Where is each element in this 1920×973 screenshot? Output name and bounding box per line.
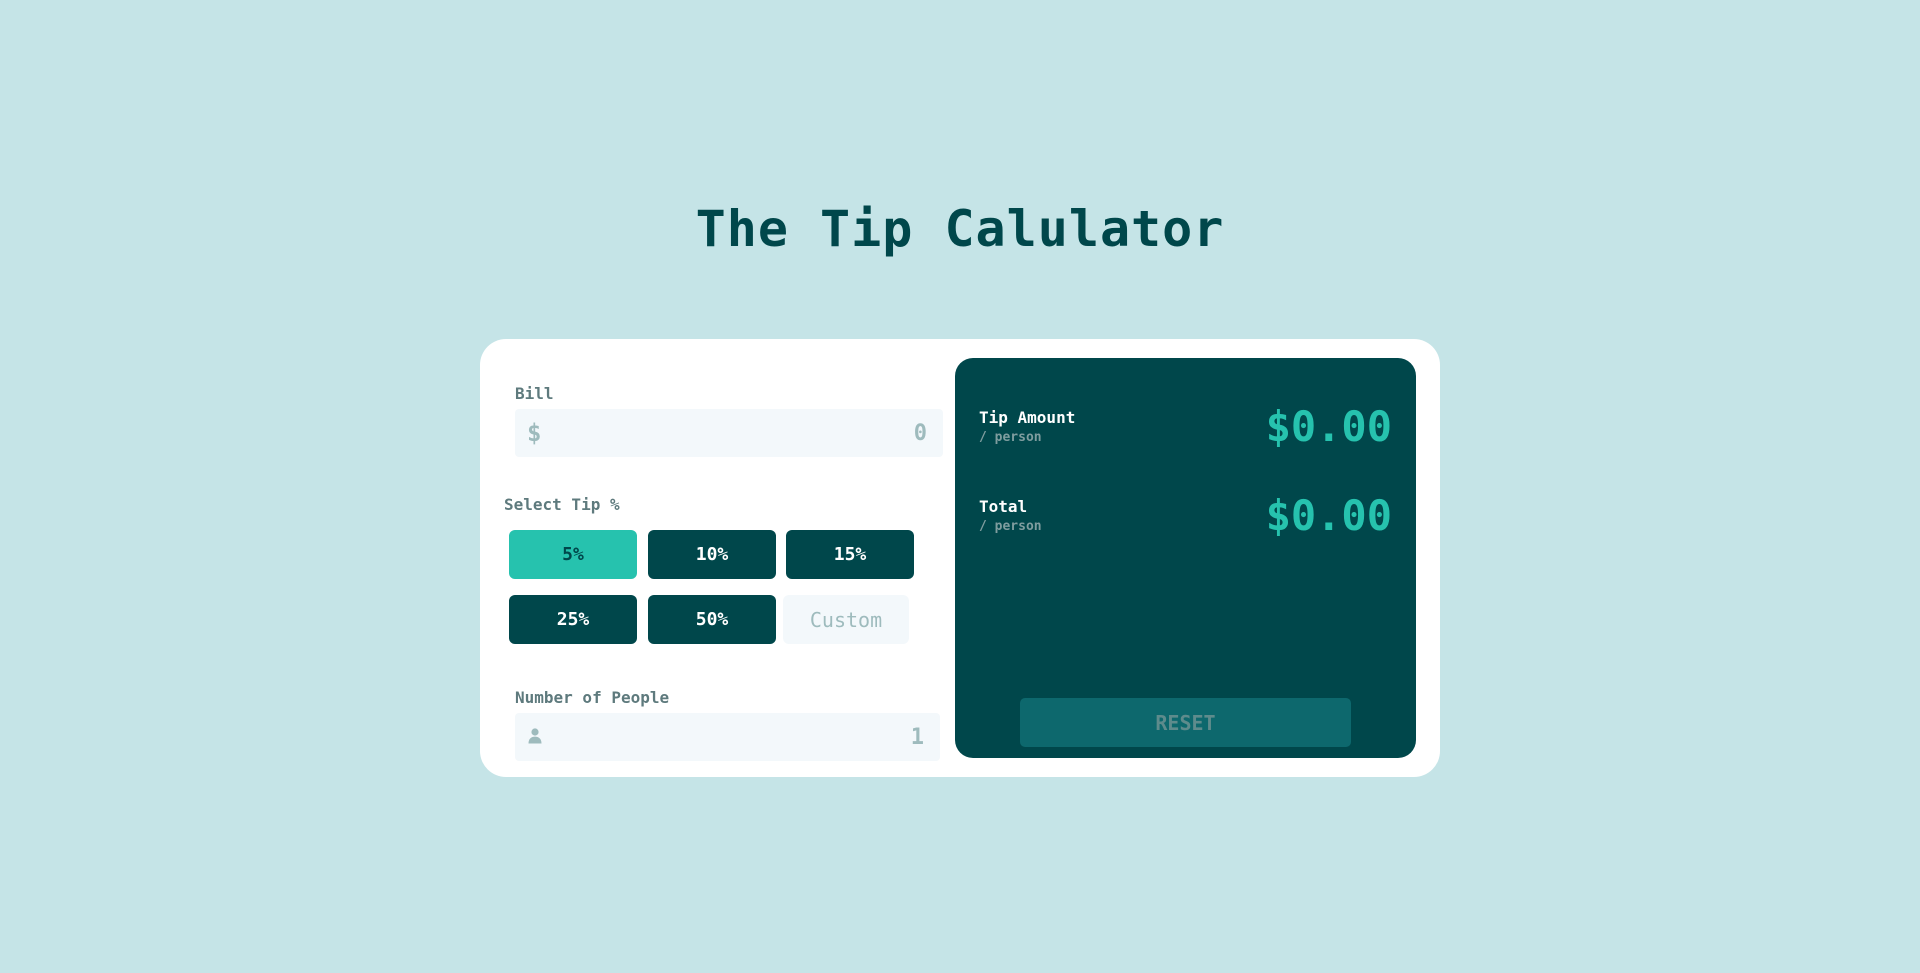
select-tip-label: Select Tip % (504, 495, 620, 514)
tip-amount-row: Tip Amount / person $0.00 (979, 402, 1392, 468)
dollar-icon: $ (527, 419, 542, 447)
people-input-box (515, 713, 940, 761)
bill-input-box: $ (515, 409, 943, 457)
tip-15-button[interactable]: 15% (786, 530, 914, 579)
person-icon (528, 728, 542, 744)
tip-amount-value: $0.00 (1265, 402, 1392, 451)
total-row: Total / person $0.00 (979, 491, 1392, 557)
tip-5-button[interactable]: 5% (509, 530, 637, 579)
people-label: Number of People (515, 688, 670, 707)
custom-tip-input[interactable] (783, 595, 909, 644)
result-panel: Tip Amount / person $0.00 Total / person… (955, 358, 1416, 758)
people-input[interactable] (555, 713, 924, 761)
tip-amount-per-person: / person (979, 430, 1042, 445)
total-value: $0.00 (1265, 491, 1392, 540)
tip-10-button[interactable]: 10% (648, 530, 776, 579)
tip-50-button[interactable]: 50% (648, 595, 776, 644)
bill-input[interactable] (555, 409, 927, 457)
reset-button[interactable]: RESET (1020, 698, 1351, 747)
page-title: The Tip Calulator (695, 200, 1225, 258)
total-per-person: / person (979, 519, 1042, 534)
tip-amount-label: Tip Amount (979, 408, 1076, 427)
bill-label: Bill (515, 384, 554, 403)
total-label: Total (979, 497, 1028, 516)
calculator-card: Bill $ Select Tip % 5% 10% 15% 25% 50% N… (480, 339, 1440, 777)
tip-25-button[interactable]: 25% (509, 595, 637, 644)
